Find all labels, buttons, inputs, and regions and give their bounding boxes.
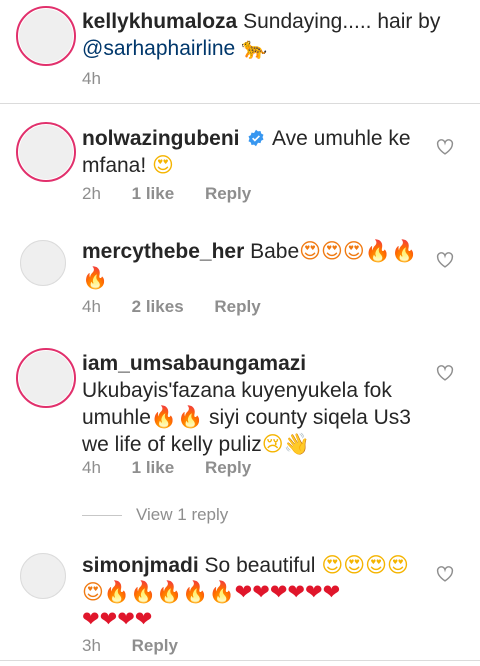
- caption-username[interactable]: kellykhumaloza: [82, 10, 237, 33]
- post-caption: kellykhumaloza Sundaying..... hair by @s…: [0, 0, 480, 104]
- comment-time: 2h: [82, 184, 101, 203]
- replies-line: [82, 514, 122, 516]
- like-heart-icon[interactable]: [436, 139, 454, 155]
- reply-button[interactable]: Reply: [205, 458, 251, 477]
- red-heart-emoji: ❤❤❤❤: [82, 607, 153, 631]
- red-heart-emoji: ❤❤❤❤❤❤: [234, 580, 341, 604]
- like-heart-icon[interactable]: [436, 566, 454, 582]
- comment-likes[interactable]: 2 likes: [132, 297, 184, 316]
- avatar[interactable]: [16, 348, 76, 408]
- view-replies-button[interactable]: View 1 reply: [82, 505, 228, 525]
- comment-text: simonjmadi So beautiful 😍😍😍😍 😍🔥🔥🔥🔥🔥❤❤❤❤❤…: [82, 552, 427, 633]
- mention-link[interactable]: @sarhaphairline: [82, 37, 235, 60]
- divider: [0, 103, 480, 104]
- comment-body-line1: Ave umuhle ke: [272, 127, 411, 150]
- comment-likes[interactable]: 1 like: [132, 458, 175, 477]
- leopard-emoji: 🐆: [241, 36, 268, 60]
- caption-body: Sundaying..... hair by: [243, 10, 441, 33]
- emoji-group: 😍😍😍🔥🔥: [299, 239, 418, 263]
- comment-body: So beautiful: [204, 554, 316, 577]
- comment-username[interactable]: mercythebe_her: [82, 240, 244, 263]
- fire-emoji: 🔥: [82, 266, 109, 290]
- view-replies-label: View 1 reply: [136, 505, 229, 524]
- heart-eyes-emoji: 😍: [152, 153, 174, 177]
- comment-body-line2a: umuhle: [82, 406, 151, 429]
- fire-emoji: 🔥🔥: [150, 405, 204, 429]
- comment-body-line3: we life of kelly puliz: [82, 433, 262, 456]
- divider: [0, 660, 480, 661]
- comment-meta: 2h 1 like Reply: [82, 184, 277, 204]
- comment-body: Babe: [250, 240, 300, 263]
- crying-wave-emoji: 😢👋: [261, 432, 310, 456]
- comment-username[interactable]: nolwazingubeni: [82, 127, 240, 150]
- comment-text: nolwazingubeni Ave umuhle ke mfana! 😍: [82, 125, 427, 179]
- reply-button[interactable]: Reply: [132, 636, 178, 655]
- comment-body-line2b: siyi county siqela Us3: [209, 406, 411, 429]
- reply-button[interactable]: Reply: [205, 184, 251, 203]
- comment-meta: 4h 2 likes Reply: [82, 297, 287, 317]
- comment-meta: 4h 1 like Reply: [82, 458, 277, 478]
- comment-time: 4h: [82, 297, 101, 316]
- comment-text: iam_umsabaungamazi Ukubayis'fazana kuyen…: [82, 350, 427, 458]
- heart-eyes-emoji: 😍😍😍😍: [321, 553, 409, 577]
- comment-username[interactable]: iam_umsabaungamazi: [82, 352, 306, 375]
- reply-button[interactable]: Reply: [214, 297, 260, 316]
- avatar[interactable]: [20, 553, 66, 599]
- avatar[interactable]: [20, 240, 66, 286]
- comment-likes[interactable]: 1 like: [132, 184, 175, 203]
- caption-text: kellykhumaloza Sundaying..... hair by @s…: [82, 8, 472, 62]
- verified-badge-icon: [248, 129, 264, 147]
- comment-time: 4h: [82, 458, 101, 477]
- comment-body-line1: Ukubayis'fazana kuyenyukela fok: [82, 379, 392, 402]
- caption-time: 4h: [82, 69, 101, 88]
- fire-emoji: 😍🔥🔥🔥🔥🔥: [82, 580, 235, 604]
- comment-meta: 3h Reply: [82, 636, 204, 656]
- comment-username[interactable]: simonjmadi: [82, 554, 199, 577]
- like-heart-icon[interactable]: [436, 365, 454, 381]
- comment-time: 3h: [82, 636, 101, 655]
- comment-text: mercythebe_her Babe😍😍😍🔥🔥 🔥: [82, 238, 427, 292]
- avatar[interactable]: [16, 122, 76, 182]
- comment-body-line2: mfana!: [82, 154, 147, 177]
- avatar[interactable]: [16, 6, 76, 66]
- like-heart-icon[interactable]: [436, 252, 454, 268]
